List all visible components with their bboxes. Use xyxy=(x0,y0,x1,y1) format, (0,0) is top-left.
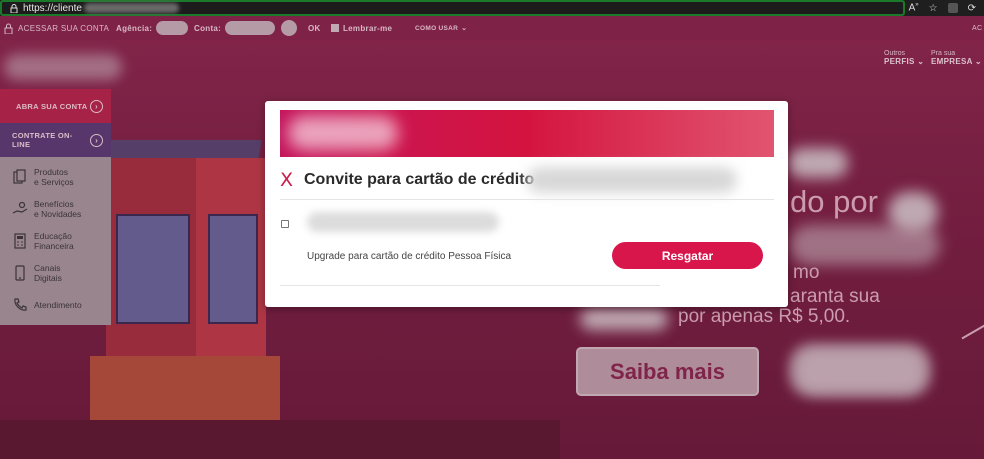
address-bar[interactable]: https://cliente xyxy=(0,0,905,16)
url-text: https://cliente xyxy=(23,2,82,14)
modal-title: Convite para cartão de crédito xyxy=(304,171,535,188)
star-icon[interactable]: ☆ xyxy=(929,3,938,14)
browser-toolbar: https://cliente A» ☆ ⟳ xyxy=(0,0,984,16)
read-aloud-icon[interactable]: A» xyxy=(909,2,919,13)
offer-checkbox[interactable] xyxy=(281,220,289,228)
redacted-title-suffix xyxy=(527,167,737,193)
redeem-button[interactable]: Resgatar xyxy=(612,242,763,269)
redacted-url xyxy=(83,3,179,13)
redacted-banner-logo xyxy=(288,116,398,150)
divider xyxy=(280,199,774,200)
browser-icons: A» ☆ ⟳ xyxy=(909,0,976,16)
offer-description: Upgrade para cartão de crédito Pessoa Fí… xyxy=(307,251,511,262)
redeem-label: Resgatar xyxy=(661,248,714,263)
close-icon[interactable]: X xyxy=(280,170,294,190)
redacted-offer-name xyxy=(307,212,499,232)
modal-banner xyxy=(280,110,774,157)
extensions-icon[interactable] xyxy=(947,3,958,13)
refresh-icon[interactable]: ⟳ xyxy=(968,3,976,14)
divider xyxy=(280,285,660,286)
credit-card-invite-modal: X Convite para cartão de crédito Upgrade… xyxy=(265,101,788,307)
lock-icon xyxy=(10,3,18,13)
